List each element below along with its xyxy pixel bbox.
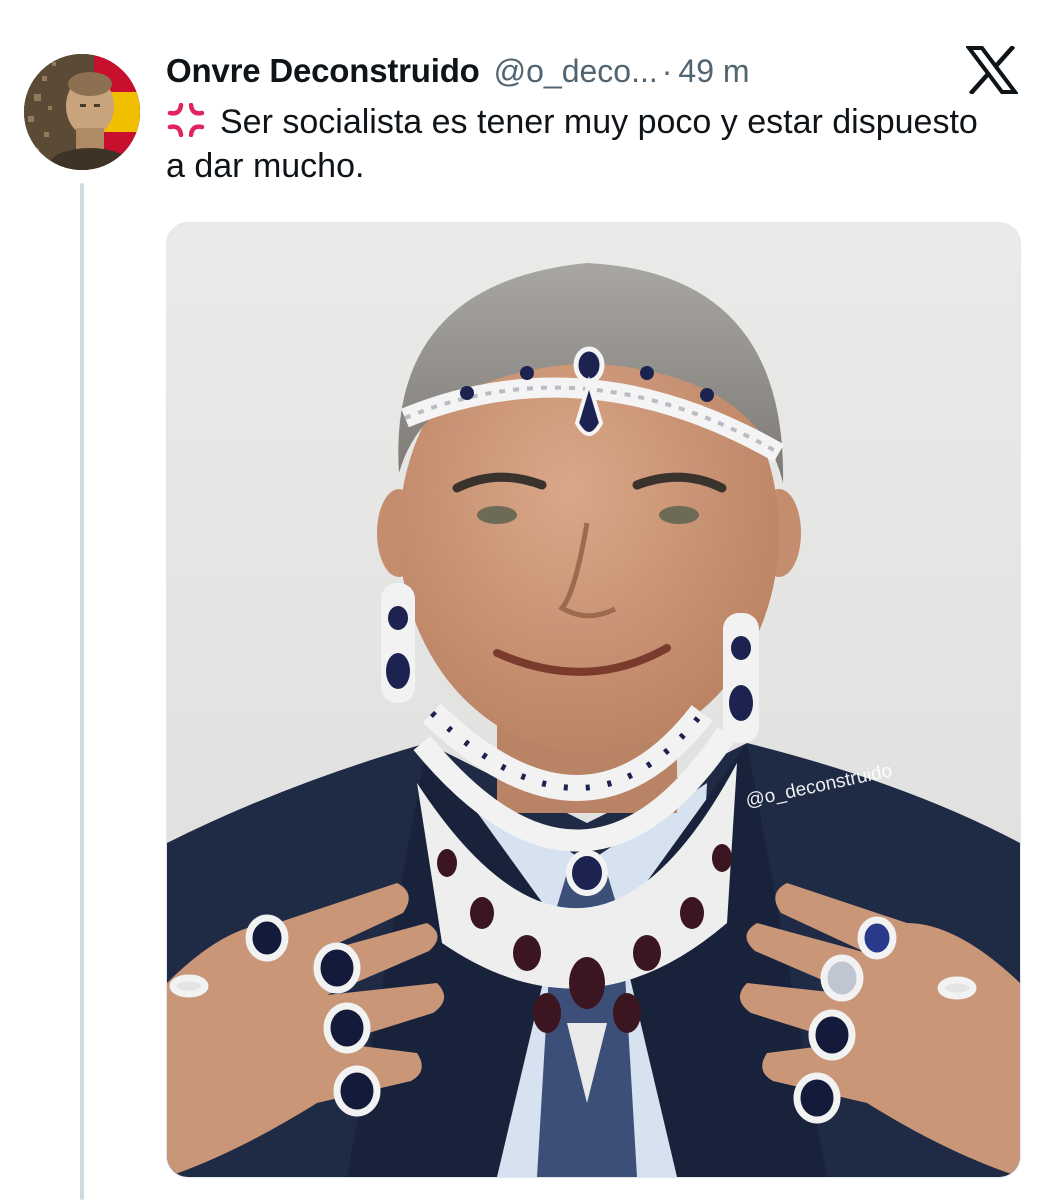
x-logo-icon[interactable] <box>965 44 1019 96</box>
anger-symbol-icon <box>166 102 206 138</box>
separator-dot: · <box>661 52 673 89</box>
handle[interactable]: @o_deco... <box>494 53 658 90</box>
photo-illustration: @o_deconstruido <box>167 223 1020 1177</box>
tweet-text: Ser socialista es tener muy poco y estar… <box>166 100 996 188</box>
avatar-image <box>24 54 140 170</box>
tweet[interactable]: Onvre Deconstruido @o_deco... · 49 m Ser… <box>0 0 1044 1200</box>
timestamp[interactable]: 49 m <box>678 53 749 90</box>
display-name[interactable]: Onvre Deconstruido <box>166 52 480 90</box>
tweet-header: Onvre Deconstruido @o_deco... · 49 m <box>166 48 750 94</box>
avatar[interactable] <box>24 54 140 170</box>
thread-line <box>80 183 84 1200</box>
tweet-body: Ser socialista es tener muy poco y estar… <box>166 103 978 185</box>
tweet-image[interactable]: @o_deconstruido <box>166 222 1021 1178</box>
